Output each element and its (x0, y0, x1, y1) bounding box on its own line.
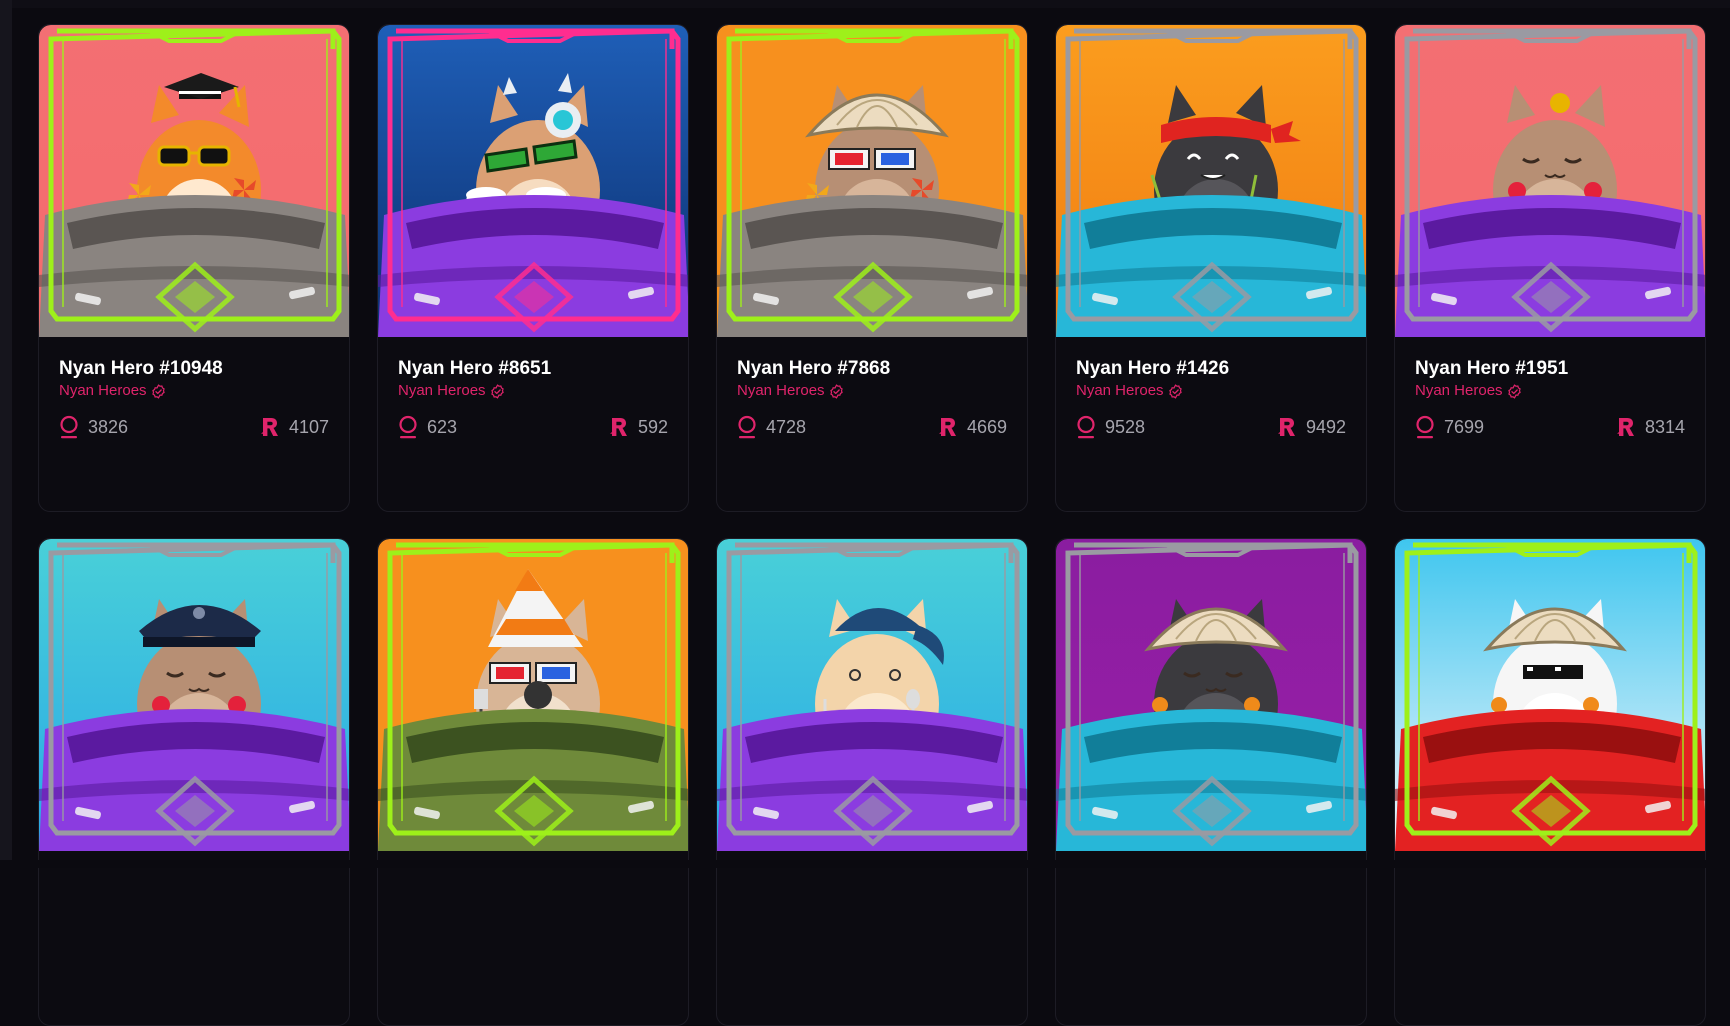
nft-card[interactable]: Nyan Hero #1426 Nyan Heroes 9528 9492 (1055, 24, 1367, 512)
price-stat: 4669 (938, 415, 1007, 439)
price-stat: 8314 (1616, 415, 1685, 439)
price-value: 4669 (966, 417, 1007, 437)
nft-artwork-image[interactable] (378, 539, 688, 851)
card-info: Nyan Hero #8651 Nyan Heroes 623 592 (378, 337, 688, 439)
nft-artwork-image[interactable] (1056, 25, 1366, 337)
nft-artwork-svg (1395, 539, 1705, 851)
verified-badge-icon (829, 383, 844, 399)
card-stats: 3826 4107 (59, 415, 329, 439)
level-value: 3826 (88, 417, 129, 437)
nft-card[interactable] (1394, 538, 1706, 1026)
verified-badge-icon (1168, 383, 1183, 399)
collection-name: Nyan Heroes (737, 382, 825, 399)
nft-card[interactable] (716, 538, 1028, 1026)
collection-link[interactable]: Nyan Heroes (1076, 381, 1346, 401)
nft-card[interactable] (38, 538, 350, 1026)
level-stat: 4728 (737, 415, 806, 439)
nft-card[interactable]: Nyan Hero #7868 Nyan Heroes 4728 4669 (716, 24, 1028, 512)
level-ring-icon (737, 415, 757, 439)
nft-name[interactable]: Nyan Hero #1426 (1076, 357, 1346, 380)
nft-artwork-image[interactable] (1056, 539, 1366, 851)
level-value: 623 (427, 417, 458, 437)
r-token-icon (1616, 416, 1636, 438)
nft-artwork-svg (378, 539, 688, 851)
nft-artwork-image[interactable] (378, 25, 688, 337)
nft-artwork-svg (39, 539, 349, 851)
nft-card[interactable] (377, 538, 689, 1026)
level-value: 4728 (766, 417, 807, 437)
nft-artwork-svg (39, 25, 349, 337)
level-ring-icon (59, 415, 79, 439)
collection-name: Nyan Heroes (1076, 382, 1164, 399)
verified-badge-icon (490, 383, 505, 399)
nft-artwork-image[interactable] (39, 25, 349, 337)
collection-name: Nyan Heroes (1415, 382, 1503, 399)
nft-artwork-svg (1056, 25, 1366, 337)
collection-link[interactable]: Nyan Heroes (398, 381, 668, 401)
nft-card[interactable] (1055, 538, 1367, 1026)
nft-artwork-svg (1395, 25, 1705, 337)
page-bottom-edge (0, 860, 1730, 868)
nft-name[interactable]: Nyan Hero #7868 (737, 357, 1007, 380)
level-stat: 623 (398, 415, 457, 439)
collection-link[interactable]: Nyan Heroes (1415, 381, 1685, 401)
collection-link[interactable]: Nyan Heroes (59, 381, 329, 401)
nft-artwork-image[interactable] (717, 539, 1027, 851)
nft-artwork-image[interactable] (39, 539, 349, 851)
verified-badge-icon (151, 383, 166, 399)
r-token-icon (1277, 416, 1297, 438)
nft-card[interactable]: Nyan Hero #8651 Nyan Heroes 623 592 (377, 24, 689, 512)
nft-name[interactable]: Nyan Hero #8651 (398, 357, 668, 380)
level-stat: 9528 (1076, 415, 1145, 439)
r-token-icon (938, 416, 958, 438)
price-stat: 592 (609, 415, 668, 439)
card-info: Nyan Hero #1951 Nyan Heroes 7699 8314 (1395, 337, 1705, 439)
level-ring-icon (1076, 415, 1096, 439)
price-stat: 4107 (260, 415, 329, 439)
price-value: 592 (637, 417, 668, 437)
card-stats: 9528 9492 (1076, 415, 1346, 439)
nft-card[interactable]: Nyan Hero #10948 Nyan Heroes 3826 4107 (38, 24, 350, 512)
price-value: 4107 (288, 417, 329, 437)
verified-badge-icon (1507, 383, 1522, 399)
card-info: Nyan Hero #10948 Nyan Heroes 3826 4107 (39, 337, 349, 439)
r-token-icon (609, 416, 629, 438)
nft-artwork-image[interactable] (717, 25, 1027, 337)
card-stats: 4728 4669 (737, 415, 1007, 439)
level-ring-icon (398, 415, 418, 439)
level-stat: 3826 (59, 415, 128, 439)
nft-artwork-svg (717, 539, 1027, 851)
nft-artwork-svg (717, 25, 1027, 337)
card-info: Nyan Hero #1426 Nyan Heroes 9528 9492 (1056, 337, 1366, 439)
nft-card[interactable]: Nyan Hero #1951 Nyan Heroes 7699 8314 (1394, 24, 1706, 512)
collection-name: Nyan Heroes (398, 382, 486, 399)
nft-artwork-svg (1056, 539, 1366, 851)
card-stats: 7699 8314 (1415, 415, 1685, 439)
price-value: 8314 (1644, 417, 1685, 437)
level-ring-icon (1415, 415, 1435, 439)
collection-link[interactable]: Nyan Heroes (737, 381, 1007, 401)
level-stat: 7699 (1415, 415, 1484, 439)
level-value: 7699 (1444, 417, 1485, 437)
nft-name[interactable]: Nyan Hero #10948 (59, 357, 329, 380)
left-sidebar-rail (0, 0, 12, 868)
r-token-icon (260, 416, 280, 438)
nft-artwork-image[interactable] (1395, 539, 1705, 851)
nft-name[interactable]: Nyan Hero #1951 (1415, 357, 1685, 380)
nft-artwork-svg (378, 25, 688, 337)
card-stats: 623 592 (398, 415, 668, 439)
card-info: Nyan Hero #7868 Nyan Heroes 4728 4669 (717, 337, 1027, 439)
nft-card-grid: Nyan Hero #10948 Nyan Heroes 3826 4107 N… (38, 24, 1706, 1026)
top-header-strip (12, 0, 1730, 8)
price-value: 9492 (1305, 417, 1346, 437)
level-value: 9528 (1105, 417, 1146, 437)
price-stat: 9492 (1277, 415, 1346, 439)
collection-name: Nyan Heroes (59, 382, 147, 399)
nft-artwork-image[interactable] (1395, 25, 1705, 337)
